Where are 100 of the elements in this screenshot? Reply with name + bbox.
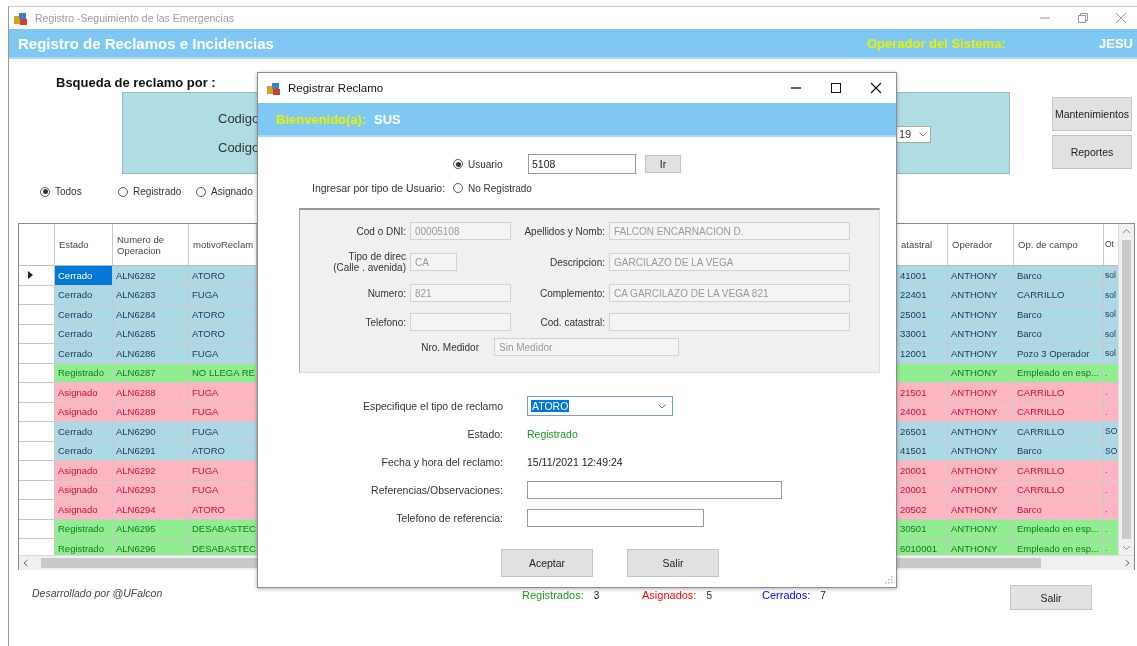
table-cell: ALN6289 [113,402,189,421]
field-label: Especifique el tipo de reclamo [361,400,503,412]
table-cell: ALN6288 [113,383,189,402]
table-cell: ALN6286 [113,344,189,363]
notes-field[interactable] [527,481,782,499]
field-label: Descripcion: [548,256,605,268]
table-cell: Empleado en esp... [1014,519,1104,538]
field-label: Cod o DNI: [355,225,406,237]
column-header[interactable]: Operador [948,224,1014,265]
go-button[interactable]: Ir [645,155,681,173]
vertical-scrollbar[interactable] [1118,224,1134,555]
table-cell: Asignado [55,480,113,499]
field-label: Ingresar por tipo de Usuario: [311,182,447,194]
user-type-radio[interactable]: No Registrado [453,182,532,194]
table-cell: Registrado [55,519,113,538]
table-cell: ANTHONY [948,344,1014,363]
scrollbar-thumb[interactable] [1122,240,1131,539]
user-code-field[interactable]: 5108 [528,154,636,174]
counter-label: Asignados: [642,589,697,601]
dialog-button[interactable]: Aceptar [501,549,593,577]
table-cell: ANTHONY [948,402,1014,421]
table-cell: Asignado [55,402,113,421]
filter-radio[interactable]: Todos [40,186,118,197]
status-value: Registrado [527,428,579,440]
read-only-field: 821 [410,284,511,302]
table-cell: CARRILLO [1014,402,1104,421]
table-cell: ANTHONY [948,480,1014,499]
column-header[interactable]: Numero de Operacion [113,224,189,265]
credit-text: Desarrollado por @UFalcon [32,587,164,599]
table-cell: Asignado [55,500,113,519]
field-label: Fecha y hora del reclamo: [380,456,503,468]
row-header[interactable] [19,266,55,285]
phone-field[interactable] [527,509,704,527]
app-title: Registro de Reclamos e Incidencias [18,34,274,52]
side-button[interactable]: Reportes [1052,135,1132,169]
table-cell: Barco [1014,441,1104,460]
table-cell: CARRILLO [1014,285,1104,304]
table-cell: Cerrado [55,285,113,304]
field-label: Telefono: [364,316,406,328]
filter-radio[interactable]: Registrado [118,186,196,197]
table-cell: ALN6291 [113,441,189,460]
read-only-field: GARCILAZO DE LA VEGA [609,253,850,271]
table-cell: Barco [1014,324,1104,343]
table-cell: ALN6290 [113,422,189,441]
counter-value: 5 [706,589,712,601]
restore-icon[interactable] [1077,12,1089,24]
read-only-field: CA [410,253,457,271]
table-cell: Pozo 3 Operador [1014,344,1104,363]
close-icon[interactable] [870,82,882,94]
table-cell: ALN6282 [113,266,189,285]
table-cell: Empleado en esp... [1014,363,1104,382]
table-cell: ANTHONY [948,383,1014,402]
table-cell: Cerrado [55,422,113,441]
table-cell: ANTHONY [948,285,1014,304]
table-cell: ALN6283 [113,285,189,304]
column-header[interactable]: Estado [55,224,113,265]
side-button[interactable]: Mantenimientos [1052,97,1132,131]
caret-icon [658,403,666,409]
table-cell: CARRILLO [1014,422,1104,441]
table-cell: ALN6284 [113,305,189,324]
counter-value: 3 [593,589,600,601]
table-cell: Barco [1014,305,1104,324]
field-label: Apellidos y Nomb: [523,225,605,237]
table-cell: ALN6287 [113,363,189,382]
user-type-radio[interactable]: Usuario [453,158,503,170]
maximize-icon[interactable] [830,82,842,94]
operator-label: Operador del Sistema: [867,35,1007,51]
dialog-title: Registrar Reclamo [288,82,384,94]
table-cell: Cerrado [55,441,113,460]
table-cell: ALN6295 [113,519,189,538]
dropdown[interactable]: 19 [895,125,931,143]
table-cell: ANTHONY [948,461,1014,480]
claim-type-dropdown[interactable]: ATORO [527,396,673,416]
table-cell: CARRILLO [1014,383,1104,402]
table-cell: ALN6294 [113,500,189,519]
table-cell: ANTHONY [948,363,1014,382]
section-heading: Bsqueda de reclamo por : [56,74,216,91]
app-icon [13,10,28,26]
filter-radio[interactable]: Asignado [196,186,274,197]
counter-value: 7 [820,589,826,601]
exit-button[interactable]: Salir [1010,585,1092,610]
table-cell: Asignado [55,461,113,480]
welcome-label: Bienvenido(a): [276,111,368,127]
table-cell: ALN6285 [113,324,189,343]
read-only-field: 00005108 [410,222,511,240]
table-cell: ANTHONY [948,441,1014,460]
field-label: Telefono de referencia: [395,512,503,524]
table-cell: ANTHONY [948,500,1014,519]
table-cell: ANTHONY [948,305,1014,324]
resize-grip-icon[interactable] [885,576,893,584]
field-label: Estado: [466,428,503,440]
read-only-field: FALCON ENCARNACION D. [609,222,850,240]
counter-label: Cerrados: [762,589,811,601]
table-cell: ANTHONY [948,422,1014,441]
column-header[interactable]: Op. de campo [1014,224,1104,265]
caret-icon [919,131,927,137]
table-cell: CARRILLO [1014,461,1104,480]
dialog-button[interactable]: Salir [627,549,719,577]
table-cell: Barco [1014,500,1104,519]
table-cell: Registrado [55,363,113,382]
